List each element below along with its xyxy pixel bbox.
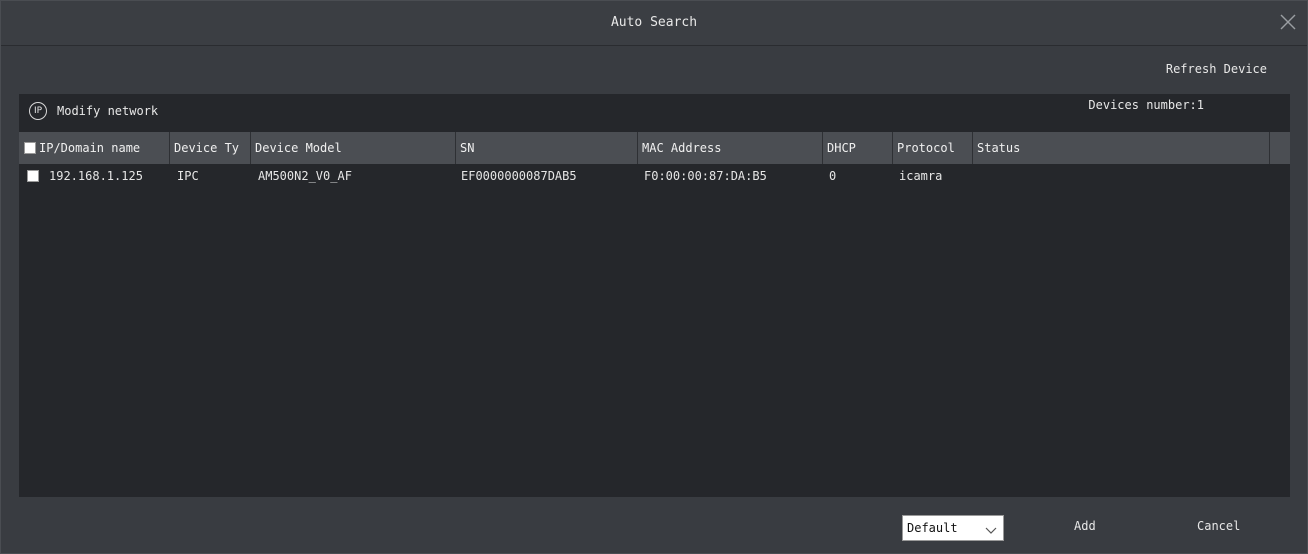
dialog-title: Auto Search xyxy=(610,15,698,30)
column-header-mac[interactable]: MAC Address xyxy=(638,132,823,164)
cell-device-model: AM500N2_V0_AF xyxy=(258,169,352,183)
modify-network-label: Modify network xyxy=(57,104,159,118)
devices-number-label: Devices number:1 xyxy=(1088,98,1204,112)
row-checkbox[interactable] xyxy=(27,170,39,182)
cancel-button[interactable]: Cancel xyxy=(1197,519,1240,533)
cell-device-type: IPC xyxy=(177,169,199,183)
cell-protocol: icamra xyxy=(899,169,943,183)
auto-search-dialog: Auto Search Refresh Device IP Modify net… xyxy=(0,0,1308,554)
modify-network-button[interactable]: IP Modify network xyxy=(29,100,158,122)
ip-icon: IP xyxy=(29,102,47,120)
cell-sn: EF0000000087DAB5 xyxy=(461,169,577,183)
column-header-status[interactable]: Status xyxy=(973,132,1270,164)
add-button[interactable]: Add xyxy=(1074,519,1096,533)
column-header-protocol[interactable]: Protocol xyxy=(893,132,973,164)
column-header-device-model[interactable]: Device Model xyxy=(251,132,456,164)
column-header-sn[interactable]: SN xyxy=(456,132,638,164)
column-header-dhcp[interactable]: DHCP xyxy=(823,132,893,164)
cell-status xyxy=(975,166,979,186)
device-panel: IP Modify network Devices number:1 IP/Do… xyxy=(19,94,1290,497)
cell-mac: F0:00:00:87:DA:B5 xyxy=(644,169,767,183)
chevron-down-icon xyxy=(985,524,997,538)
close-icon[interactable] xyxy=(1277,11,1299,33)
cell-ip: 192.168.1.125 xyxy=(49,169,143,183)
table-row[interactable]: 192.168.1.125 IPC AM500N2_V0_AF EF000000… xyxy=(19,166,1290,186)
title-bar: Auto Search xyxy=(1,1,1307,46)
protocol-select[interactable]: Default xyxy=(902,515,1004,541)
column-header-device-type[interactable]: Device Ty xyxy=(170,132,251,164)
cell-dhcp: 0 xyxy=(829,169,837,183)
column-header-ip[interactable]: IP/Domain name xyxy=(19,132,170,164)
refresh-device-button[interactable]: Refresh Device xyxy=(1166,62,1267,76)
column-label-ip: IP/Domain name xyxy=(39,141,141,155)
protocol-select-value: Default xyxy=(907,521,958,535)
device-table-header: IP/Domain name Device Ty Device Model SN… xyxy=(19,132,1290,164)
column-header-filler xyxy=(1270,132,1290,164)
select-all-checkbox[interactable] xyxy=(24,142,36,154)
